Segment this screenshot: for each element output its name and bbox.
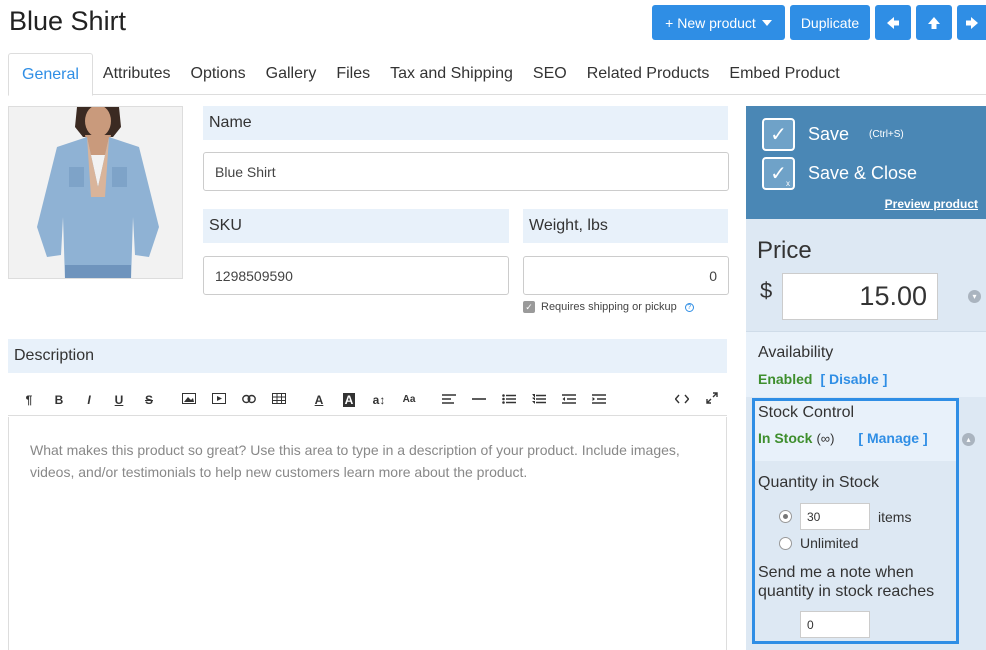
requires-shipping-label: Requires shipping or pickup [541,301,677,313]
arrow-right-icon [965,16,978,29]
indent-icon[interactable] [584,393,614,407]
tab-general[interactable]: General [8,53,93,96]
price-section: Price $ 15.00 ▾ [746,219,986,331]
tab-seo[interactable]: SEO [523,53,577,94]
new-product-label: + New product [665,14,756,31]
unlimited-label: Unlimited [800,535,859,551]
code-view-icon[interactable] [667,393,697,407]
up-button[interactable] [916,5,952,40]
tab-tax-and-shipping[interactable]: Tax and Shipping [380,53,523,94]
stock-control-title: Stock Control [758,404,855,421]
save-panel: ✓ Save (Ctrl+S) ✓ x Save & Close Preview … [746,106,986,219]
stock-control-header: Stock Control In Stock (∞) [ Manage ] [755,401,956,461]
availability-status: Enabled [758,371,813,387]
tab-options[interactable]: Options [181,53,256,94]
underline-icon[interactable]: U [104,393,134,407]
editor-toolbar: ¶ B I U S A A a↕ Aa [8,384,727,416]
description-label: Description [8,339,727,373]
quantity-unit: items [878,508,912,525]
name-field[interactable]: Blue Shirt [203,152,729,191]
tab-related-products[interactable]: Related Products [577,53,720,94]
tab-attributes[interactable]: Attributes [93,53,181,94]
weight-field[interactable]: 0 [523,256,729,295]
strikethrough-icon[interactable]: S [134,393,164,407]
chevron-down-icon[interactable]: ▾ [968,290,981,303]
low-stock-threshold-field[interactable]: 0 [800,611,870,638]
sku-label: SKU [203,209,509,243]
arrow-up-icon [928,16,940,29]
checkmark-close-icon: ✓ x [762,157,795,190]
manage-stock-link[interactable]: [ Manage ] [858,430,927,446]
sidebar: ✓ Save (Ctrl+S) ✓ x Save & Close Preview … [746,106,986,650]
tab-files[interactable]: Files [326,53,380,94]
italic-icon[interactable]: I [74,393,104,407]
currency-symbol: $ [760,278,773,303]
availability-section: Availability Enabled [ Disable ] [746,331,986,397]
quantity-unlimited-option: Unlimited [779,535,858,551]
quantity-title: Quantity in Stock [758,474,879,491]
image-icon[interactable] [174,392,204,407]
quantity-field[interactable]: 30 [800,503,870,530]
help-icon[interactable]: ? [684,302,694,312]
low-stock-note-label: Send me a note when quantity in stock re… [758,564,935,600]
checkmark-icon: ✓ [762,118,795,151]
fullscreen-icon[interactable] [697,392,727,407]
price-field[interactable]: 15.00 [782,273,938,320]
video-icon[interactable] [204,392,234,407]
product-image[interactable] [8,106,183,279]
sku-field[interactable]: 1298509590 [203,256,509,295]
bullet-list-icon[interactable] [494,393,524,407]
infinity-icon: (∞) [816,431,835,446]
top-actions: + New product Duplicate [652,5,986,40]
paragraph-icon[interactable]: ¶ [14,393,44,407]
price-title: Price [757,237,812,264]
stock-control-section: Stock Control In Stock (∞) [ Manage ] ▴ … [752,398,975,644]
quantity-items-radio[interactable] [779,510,792,523]
name-label: Name [203,106,728,140]
availability-title: Availability [758,344,834,361]
duplicate-button[interactable]: Duplicate [790,5,870,40]
arrow-left-icon [887,16,899,29]
description-editor[interactable]: What makes this product so great? Use th… [8,417,727,650]
page-title: Blue Shirt [9,6,127,36]
bold-icon[interactable]: B [44,393,74,407]
requires-shipping-row: ✓ Requires shipping or pickup ? [523,301,694,313]
chevron-down-icon [761,19,772,26]
link-icon[interactable] [234,393,264,407]
quantity-unlimited-radio[interactable] [779,536,792,550]
tab-bar: General Attributes Options Gallery Files… [8,53,986,96]
align-icon[interactable] [434,393,464,407]
weight-label: Weight, lbs [523,209,728,243]
tab-gallery[interactable]: Gallery [256,53,327,94]
background-color-icon[interactable]: A [334,392,364,407]
tab-embed-product[interactable]: Embed Product [719,53,849,94]
quantity-items-option: 30 items [779,503,911,530]
chevron-up-icon[interactable]: ▴ [962,433,975,446]
new-product-button[interactable]: + New product [652,5,785,40]
font-size-icon[interactable]: a↕ [364,393,394,407]
preview-product-link[interactable]: Preview product [885,197,978,211]
disable-link[interactable]: [ Disable ] [820,371,887,387]
stock-status: In Stock [758,430,813,446]
horizontal-rule-icon[interactable] [464,393,494,407]
outdent-icon[interactable] [554,393,584,407]
previous-product-button[interactable] [875,5,911,40]
font-family-icon[interactable]: Aa [394,394,424,405]
requires-shipping-checkbox[interactable]: ✓ [523,301,535,313]
product-photo [9,107,182,278]
table-icon[interactable] [264,392,294,407]
save-button[interactable]: ✓ Save (Ctrl+S) [762,118,904,151]
save-and-close-button[interactable]: ✓ x Save & Close [762,157,917,190]
numbered-list-icon[interactable] [524,393,554,407]
next-product-button[interactable] [957,5,986,40]
font-color-icon[interactable]: A [304,393,334,407]
